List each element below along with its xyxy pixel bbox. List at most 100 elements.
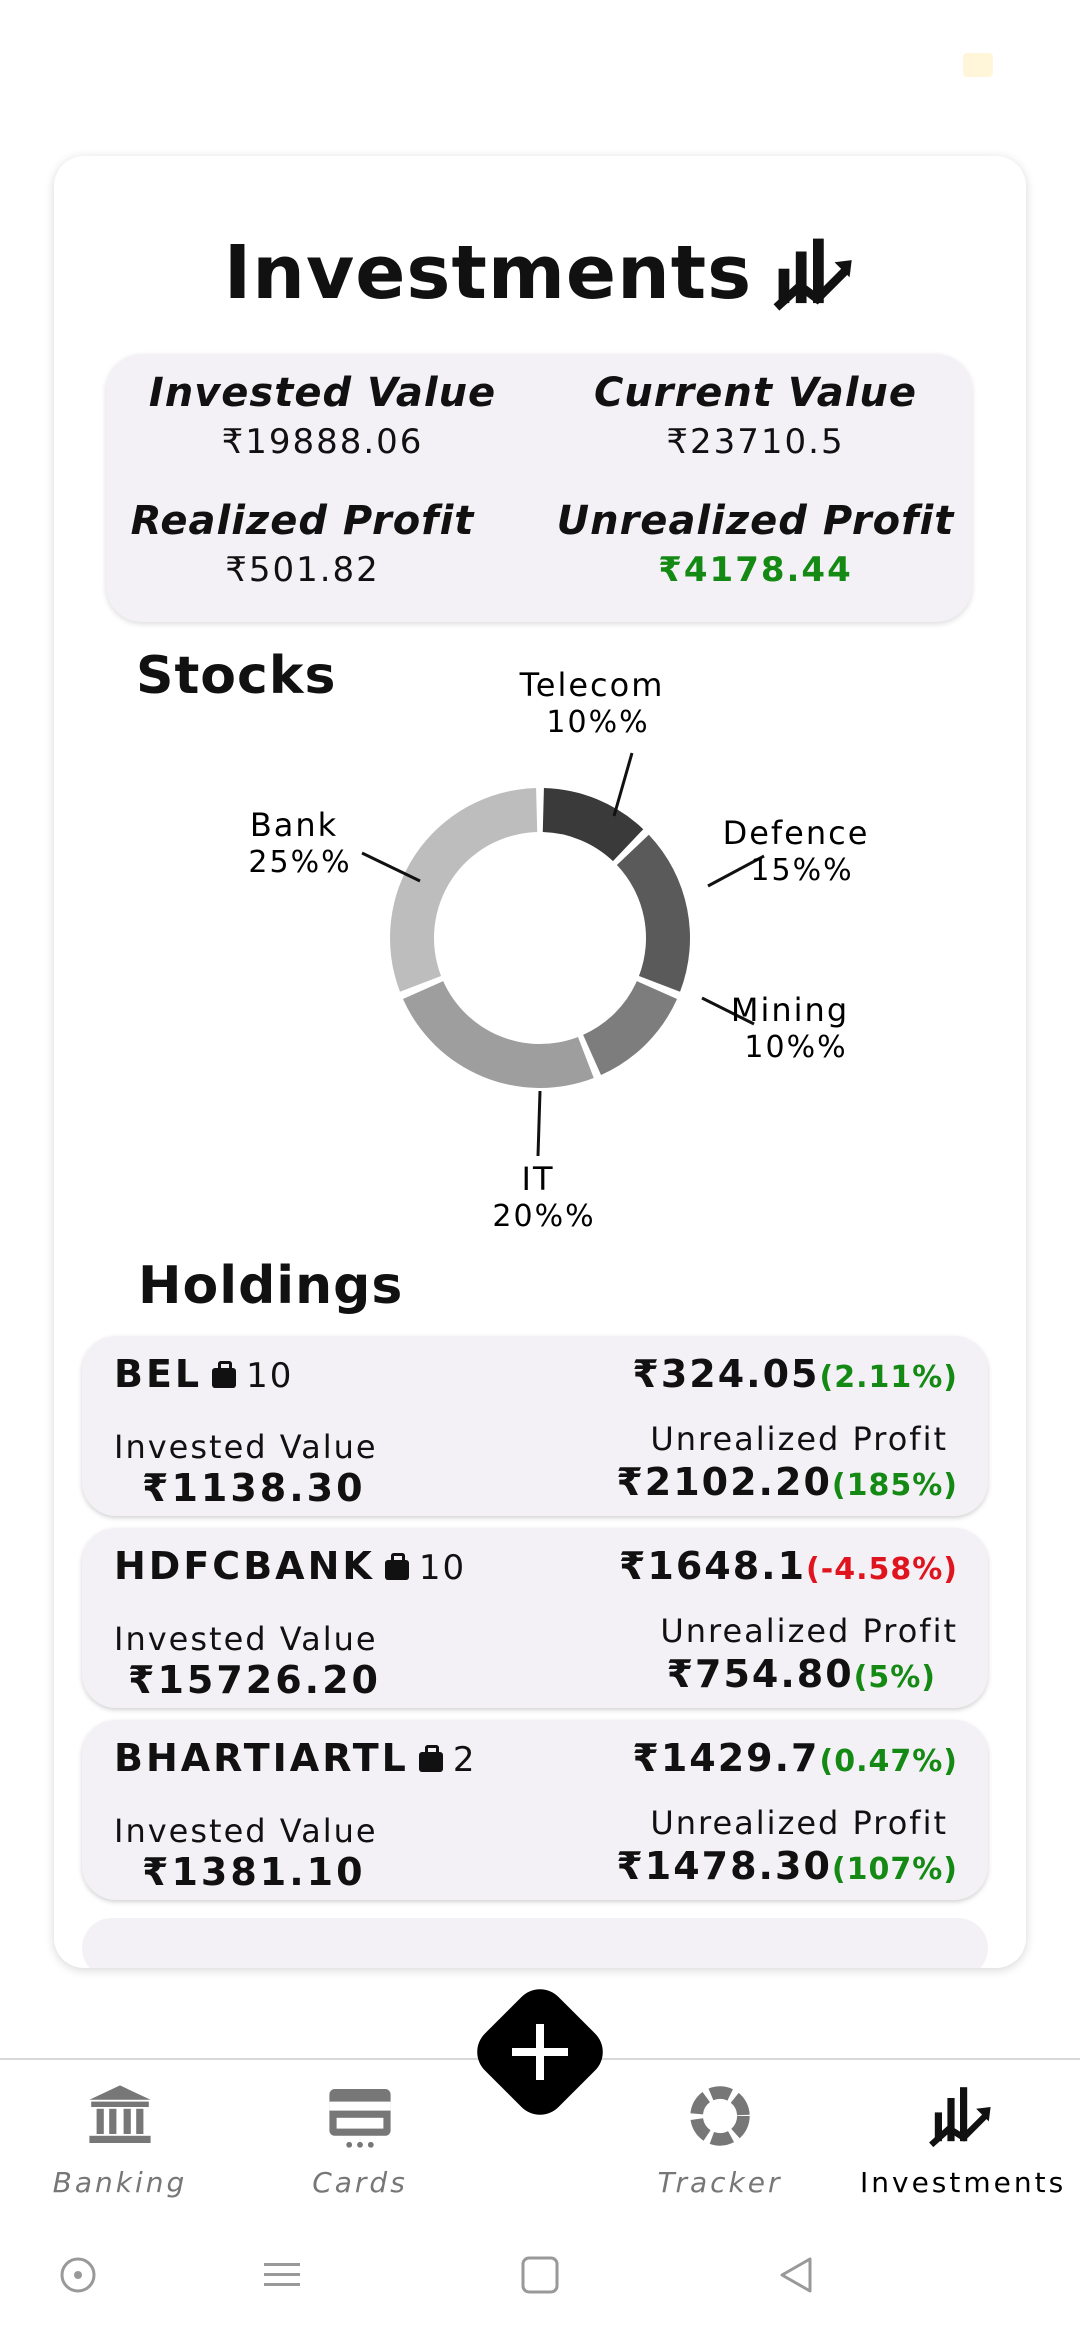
holding-invested-value: ₹1138.30: [142, 1466, 366, 1510]
donut-segment-it: [402, 981, 594, 1088]
holding-unrealized-value: ₹754.80: [666, 1652, 854, 1696]
realized-profit: ₹501.82: [225, 550, 380, 590]
holding-unrealized: ₹2102.20(185%): [616, 1460, 958, 1504]
holding-unrealized-label: Unrealized Profit: [660, 1612, 958, 1650]
menu-icon[interactable]: [252, 2245, 312, 2305]
holding-unrealized: ₹1478.30(107%): [616, 1844, 958, 1888]
donut-leader-line: [612, 752, 634, 817]
current-value: ₹23710.5: [666, 422, 845, 462]
bank-icon: [89, 2085, 151, 2143]
donut-leader-line: [536, 1090, 542, 1157]
donut-leader-line: [701, 996, 755, 1026]
investments-card: Investments Invested Value ₹19888.06 Cur…: [54, 156, 1026, 1968]
holding-unrealized: ₹754.80(5%): [667, 1652, 936, 1696]
holding-price-value: ₹1648.1: [618, 1544, 807, 1588]
donut-label-name: IT: [522, 1160, 555, 1198]
chart-trend-icon: [773, 238, 852, 311]
holding-price-value: ₹324.05: [632, 1352, 820, 1396]
donut-icon: [690, 2086, 750, 2146]
nav-banking[interactable]: Banking: [20, 2080, 220, 2199]
back-triangle-icon[interactable]: [766, 2245, 826, 2305]
donut-leader-line: [707, 854, 765, 888]
unrealized-profit: ₹4178.44: [658, 550, 853, 590]
holding-name: BHARTIARTL 2: [114, 1736, 477, 1780]
holding-invested-label: Invested Value: [114, 1620, 378, 1658]
chart-trend-icon: [929, 2087, 991, 2148]
donut-label-name: Mining: [731, 991, 849, 1029]
holding-symbol: BEL: [114, 1352, 203, 1396]
holding-quantity: 10: [246, 1356, 294, 1396]
holding-price: ₹1429.7(0.47%): [632, 1736, 958, 1780]
holding-invested-label: Invested Value: [114, 1812, 378, 1850]
donut-segment-defence: [616, 834, 690, 992]
holding-unrealized-value: ₹1478.30: [616, 1844, 832, 1888]
holding-name: BEL 10: [114, 1352, 293, 1396]
briefcase-icon: [212, 1361, 237, 1388]
nav-label-tracker: Tracker: [657, 2166, 783, 2199]
holding-unrealized-label: Unrealized Profit: [650, 1420, 948, 1458]
page-title-text: Investments: [223, 230, 753, 316]
holding-card-partial[interactable]: [82, 1918, 988, 1968]
nav-tracker[interactable]: Tracker: [620, 2080, 820, 2199]
stocks-title: Stocks: [136, 646, 337, 706]
holding-unrealized-pct: (5%): [853, 1660, 936, 1695]
unrealized-profit-cell: Unrealized Profit ₹4178.44: [539, 498, 972, 590]
circle-icon[interactable]: [48, 2245, 108, 2305]
donut-segment-bank: [389, 788, 538, 992]
invested-value: ₹19888.06: [221, 422, 424, 462]
portfolio-summary: Invested Value ₹19888.06 Current Value ₹…: [106, 354, 972, 622]
holding-price-change: (2.11%): [819, 1360, 958, 1395]
holding-unrealized-label: Unrealized Profit: [650, 1804, 948, 1842]
holding-price-change: (0.47%): [819, 1744, 958, 1779]
page-title: Investments: [54, 218, 1026, 328]
holding-invested-label: Invested Value: [114, 1428, 378, 1466]
donut-label-percent: 15%%: [750, 853, 853, 888]
holding-card-hdfcbank[interactable]: HDFCBANK 10 ₹1648.1(-4.58%) Invested Valu…: [82, 1528, 988, 1708]
realized-profit-label: Realized Profit: [130, 498, 475, 544]
unrealized-profit-label: Unrealized Profit: [556, 498, 955, 544]
plus-icon: [512, 2024, 568, 2080]
current-value-cell: Current Value ₹23710.5: [539, 370, 972, 462]
donut-label-percent: 25%%: [248, 845, 351, 880]
donut-label-percent: 20%%: [492, 1199, 595, 1234]
holding-card-bel[interactable]: BEL 10 ₹324.05(2.11%) Invested Value ₹113…: [82, 1336, 988, 1516]
holding-price: ₹324.05(2.11%): [632, 1352, 958, 1396]
holding-symbol: BHARTIARTL: [114, 1736, 409, 1780]
donut-label-name: Defence: [723, 814, 870, 852]
holding-unrealized-pct: (185%): [831, 1468, 958, 1503]
donut-label-name: Bank: [250, 806, 338, 844]
donut-label-name: Telecom: [519, 666, 665, 704]
holding-price-value: ₹1429.7: [632, 1736, 820, 1780]
current-value-label: Current Value: [593, 370, 918, 416]
nav-label-investments: Investments: [860, 2166, 1067, 2199]
holding-price: ₹1648.1(-4.58%): [619, 1544, 958, 1588]
holding-name: HDFCBANK 10: [114, 1544, 466, 1588]
nav-label-banking: Banking: [52, 2166, 188, 2199]
holding-quantity: 2: [452, 1740, 477, 1780]
holding-unrealized-pct: (107%): [831, 1852, 958, 1887]
status-indicator: [963, 53, 993, 77]
holding-unrealized-value: ₹2102.20: [616, 1460, 832, 1504]
holding-price-change: (-4.58%): [806, 1552, 958, 1587]
donut-label-percent: 10%%: [744, 1030, 847, 1065]
card-icon: [329, 2089, 391, 2148]
donut-segment-mining: [583, 981, 678, 1076]
invested-value-cell: Invested Value ₹19888.06: [106, 370, 539, 462]
nav-label-cards: Cards: [312, 2166, 408, 2199]
holding-invested-value: ₹15726.20: [128, 1658, 381, 1702]
holding-quantity: 10: [418, 1548, 467, 1588]
briefcase-icon: [418, 1745, 443, 1772]
holding-invested-value: ₹1381.10: [142, 1850, 366, 1894]
realized-profit-cell: Realized Profit ₹501.82: [86, 498, 519, 590]
nav-cards[interactable]: Cards: [260, 2080, 460, 2199]
nav-investments[interactable]: Investments: [860, 2080, 1067, 2199]
system-navigation-bar: [0, 2245, 1080, 2305]
holding-symbol: HDFCBANK: [114, 1544, 375, 1588]
add-button-overlay[interactable]: [488, 2000, 592, 2104]
square-icon[interactable]: [510, 2245, 570, 2305]
donut-leader-line: [361, 851, 421, 883]
donut-label-percent: 10%%: [546, 705, 649, 740]
holdings-title: Holdings: [138, 1256, 404, 1316]
donut-segment-telecom: [542, 788, 644, 862]
holding-card-bhartiartl[interactable]: BHARTIARTL 2 ₹1429.7(0.47%) Invested Valu…: [82, 1720, 988, 1900]
